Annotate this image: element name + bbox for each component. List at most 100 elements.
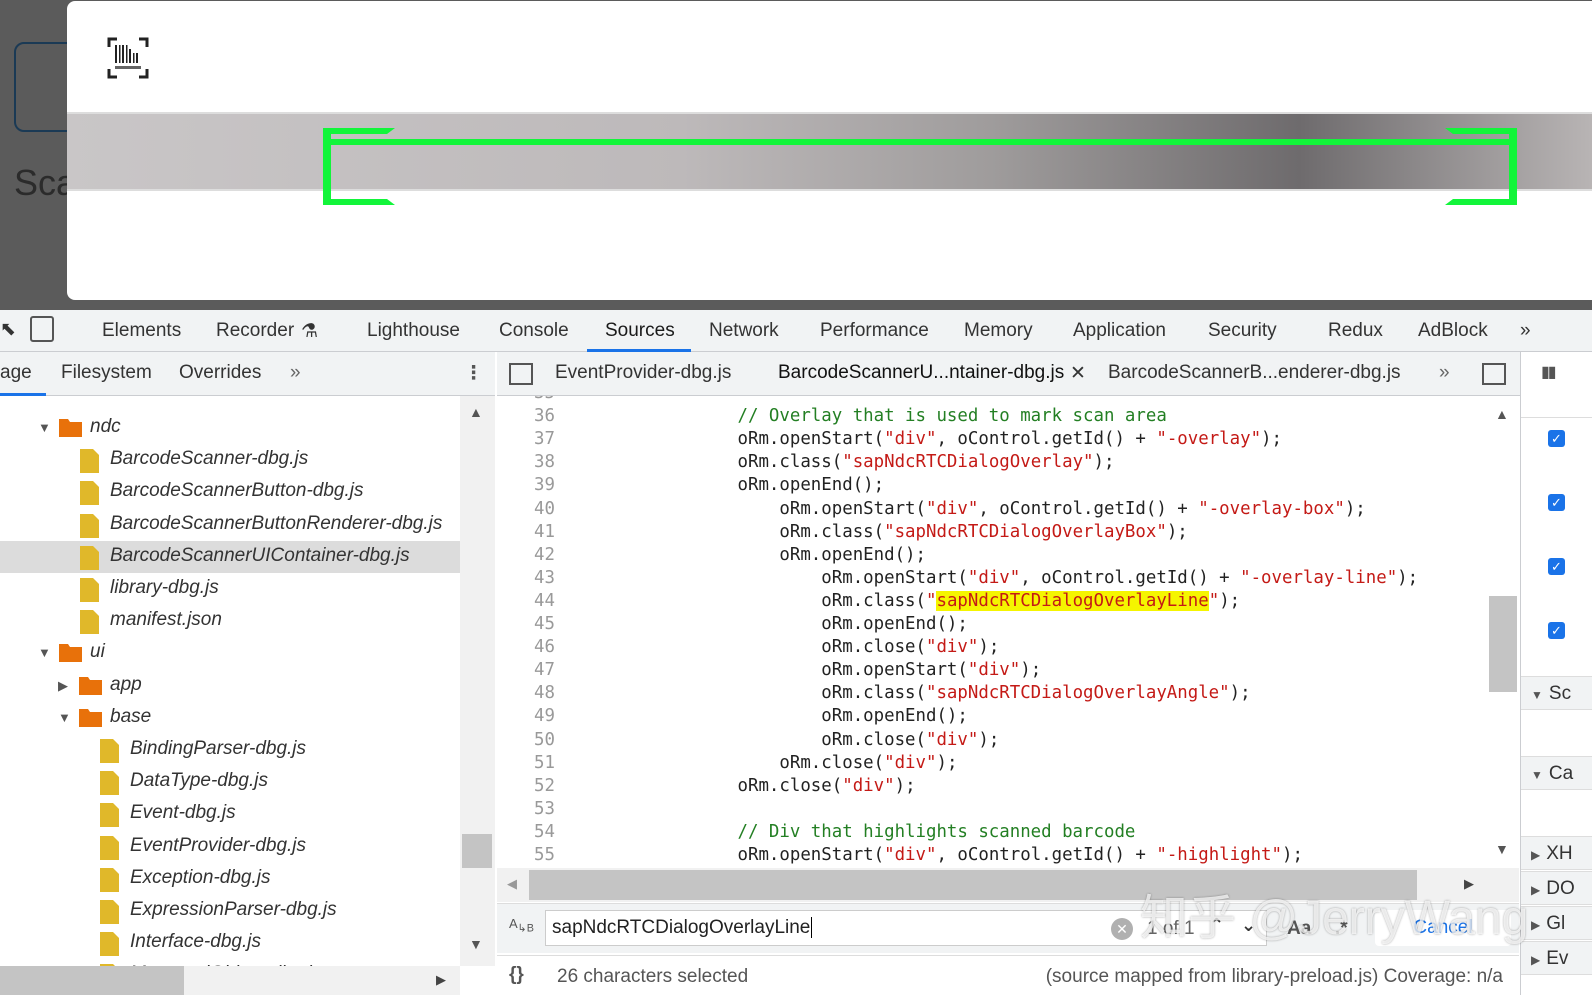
tree-file[interactable]: ExpressionParser-dbg.js	[0, 895, 460, 927]
device-toggle-icon[interactable]	[30, 316, 54, 342]
tab-overrides[interactable]: Overrides	[179, 362, 261, 384]
line-number[interactable]: 46	[497, 637, 555, 657]
collapsed-arrow-icon[interactable]: ▶	[58, 678, 68, 694]
line-number[interactable]: 45	[497, 614, 555, 634]
editor-scrollbar[interactable]: ▲ ▼	[1487, 396, 1519, 868]
scroll-thumb[interactable]	[462, 834, 492, 868]
section-dom-breakpoints[interactable]: ▶ DO	[1521, 871, 1592, 905]
section-scope[interactable]: ▼ Sc	[1521, 676, 1592, 710]
scroll-right-icon[interactable]: ▶	[436, 972, 446, 988]
tab-sources[interactable]: Sources	[605, 320, 675, 342]
section-callstack[interactable]: ▼ Ca	[1521, 756, 1592, 790]
line-number[interactable]: 38	[497, 452, 555, 472]
tab-page[interactable]: age	[0, 362, 32, 384]
pretty-print-button[interactable]: {}	[509, 964, 524, 986]
code-text: oRm.openEnd();	[570, 706, 968, 726]
tree-file[interactable]: DataType-dbg.js	[0, 766, 460, 798]
line-number[interactable]: 51	[497, 753, 555, 773]
line-number[interactable]: 43	[497, 568, 555, 588]
line-number[interactable]: 53	[497, 799, 555, 819]
more-tabs-icon[interactable]: »	[1520, 320, 1531, 342]
line-number[interactable]: 52	[497, 776, 555, 796]
tree-folder[interactable]: ▼ ndc	[0, 412, 460, 444]
checkbox[interactable]: ✓	[1548, 558, 1565, 575]
checkbox[interactable]: ✓	[1548, 622, 1565, 639]
tab-redux[interactable]: Redux	[1328, 320, 1383, 342]
expanded-arrow-icon[interactable]: ▼	[38, 645, 51, 660]
section-global-listeners[interactable]: ▶ Gl	[1521, 906, 1592, 940]
tab-adblock[interactable]: AdBlock	[1418, 320, 1488, 342]
line-number[interactable]: 40	[497, 499, 555, 519]
tree-folder[interactable]: ▶ app	[0, 670, 460, 702]
tab-security[interactable]: Security	[1208, 320, 1277, 342]
expanded-arrow-icon[interactable]: ▼	[58, 710, 71, 725]
line-number[interactable]: 36	[497, 406, 555, 426]
tab-elements[interactable]: Elements	[102, 320, 181, 342]
line-number[interactable]: 49	[497, 706, 555, 726]
tab-lighthouse[interactable]: Lighthouse	[367, 320, 460, 342]
inspect-icon[interactable]: ⬉	[0, 318, 16, 341]
tree-file[interactable]: BarcodeScannerUIContainer-dbg.js	[0, 540, 460, 573]
tree-file[interactable]: BarcodeScannerButtonRenderer-dbg.js	[0, 509, 460, 541]
line-number[interactable]: 39	[497, 475, 555, 495]
tree-file[interactable]: manifest.json	[0, 605, 460, 637]
line-number[interactable]: 47	[497, 660, 555, 680]
expanded-arrow-icon[interactable]: ▼	[38, 420, 51, 435]
pause-icon[interactable]: ▮▮	[1541, 362, 1557, 382]
tab-application[interactable]: Application	[1073, 320, 1166, 342]
hscroll-thumb[interactable]	[0, 966, 184, 995]
clear-search-icon[interactable]: ✕	[1111, 918, 1133, 940]
editor-tab[interactable]: BarcodeScannerB...enderer-dbg.js	[1108, 362, 1401, 384]
toggle-debugger-icon[interactable]	[1482, 363, 1506, 385]
code-text: oRm.openStart("div", oControl.getId() + …	[570, 845, 1303, 865]
tab-performance[interactable]: Performance	[820, 320, 929, 342]
line-number[interactable]: 50	[497, 730, 555, 750]
tab-console[interactable]: Console	[499, 320, 569, 342]
tree-file[interactable]: EventProvider-dbg.js	[0, 831, 460, 863]
tree-file[interactable]: library-dbg.js	[0, 573, 460, 605]
tree-file[interactable]: BarcodeScannerButton-dbg.js	[0, 476, 460, 508]
line-number[interactable]: 55	[497, 845, 555, 865]
scroll-up-icon[interactable]: ▲	[469, 404, 483, 420]
scroll-down-icon[interactable]: ▼	[469, 936, 483, 952]
tab-network[interactable]: Network	[709, 320, 779, 342]
scroll-thumb[interactable]	[1489, 596, 1517, 692]
toggle-navigator-icon[interactable]	[509, 363, 533, 385]
section-event-listeners[interactable]: ▶ Ev	[1521, 941, 1592, 975]
line-number[interactable]: 54	[497, 822, 555, 842]
code-editor[interactable]: 35 36 // Overlay that is used to mark sca…	[497, 396, 1519, 868]
tree-folder[interactable]: ▼ base	[0, 702, 460, 734]
scroll-down-icon[interactable]: ▼	[1495, 841, 1509, 857]
tree-file[interactable]: ManagedObject-dbg.js	[0, 959, 460, 966]
tree-file[interactable]: Event-dbg.js	[0, 798, 460, 830]
checkbox[interactable]: ✓	[1548, 494, 1565, 511]
tab-filesystem[interactable]: Filesystem	[61, 362, 152, 384]
code-token: );	[1397, 567, 1419, 588]
scroll-up-icon[interactable]: ▲	[1495, 406, 1509, 422]
tree-file[interactable]: Interface-dbg.js	[0, 927, 460, 959]
close-tab-icon[interactable]: ✕	[1070, 362, 1086, 385]
tree-folder[interactable]: ▼ ui	[0, 637, 460, 669]
tree-file[interactable]: Exception-dbg.js	[0, 863, 460, 895]
tab-recorder[interactable]: Recorder	[216, 320, 294, 342]
editor-tab[interactable]: EventProvider-dbg.js	[555, 362, 731, 384]
more-navigator-tabs-icon[interactable]: »	[290, 362, 301, 384]
line-number[interactable]: 44	[497, 591, 555, 611]
checkbox[interactable]: ✓	[1548, 430, 1565, 447]
scroll-left-icon[interactable]: ◀	[507, 876, 517, 892]
editor-tab-active[interactable]: BarcodeScannerU...ntainer-dbg.js	[778, 362, 1064, 384]
tree-file[interactable]: BarcodeScanner-dbg.js	[0, 444, 460, 476]
kebab-menu-icon[interactable]: ⋮	[464, 362, 483, 385]
navigator-hscrollbar[interactable]: ▶	[0, 966, 460, 995]
tree-file[interactable]: BindingParser-dbg.js	[0, 734, 460, 766]
line-number[interactable]: 48	[497, 683, 555, 703]
line-number[interactable]: 37	[497, 429, 555, 449]
tab-memory[interactable]: Memory	[964, 320, 1033, 342]
line-number[interactable]: 42	[497, 545, 555, 565]
replace-toggle-icon[interactable]: A↳B	[509, 916, 534, 935]
section-xhr-breakpoints[interactable]: ▶ XH	[1521, 836, 1592, 870]
line-number[interactable]: 35	[497, 396, 555, 403]
navigator-scrollbar[interactable]: ▲ ▼	[460, 396, 495, 966]
more-editor-tabs-icon[interactable]: »	[1439, 362, 1450, 384]
line-number[interactable]: 41	[497, 522, 555, 542]
